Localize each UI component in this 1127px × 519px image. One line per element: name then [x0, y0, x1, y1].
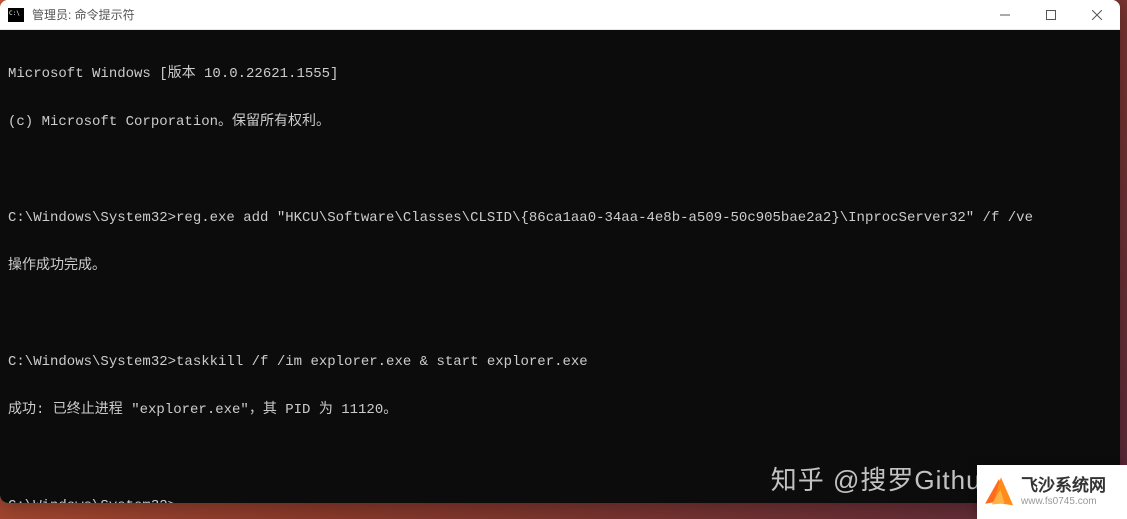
zhihu-watermark: 知乎 @搜罗Github [771, 460, 997, 497]
cmd-icon [8, 8, 24, 22]
titlebar[interactable]: 管理员: 命令提示符 [0, 0, 1120, 30]
site-logo-icon [981, 474, 1017, 510]
site-text: 飞沙系统网 www.fs0745.com [1021, 477, 1106, 507]
site-name: 飞沙系统网 [1021, 477, 1106, 496]
terminal-line: C:\Windows\System32>taskkill /f /im expl… [8, 354, 1112, 370]
terminal-line: Microsoft Windows [版本 10.0.22621.1555] [8, 66, 1112, 82]
site-watermark: 飞沙系统网 www.fs0745.com [977, 465, 1127, 519]
terminal-line: (c) Microsoft Corporation。保留所有权利。 [8, 114, 1112, 130]
terminal-line [8, 162, 1112, 178]
window-controls [982, 0, 1120, 29]
maximize-button[interactable] [1028, 0, 1074, 30]
command-prompt-window: 管理员: 命令提示符 Microsoft Windows [版本 10.0.22… [0, 0, 1120, 503]
window-title: 管理员: 命令提示符 [32, 6, 982, 23]
terminal-output[interactable]: Microsoft Windows [版本 10.0.22621.1555] (… [0, 30, 1120, 503]
terminal-line: 操作成功完成。 [8, 258, 1112, 274]
terminal-line: 成功: 已终止进程 "explorer.exe"，其 PID 为 11120。 [8, 402, 1112, 418]
minimize-button[interactable] [982, 0, 1028, 30]
terminal-line [8, 306, 1112, 322]
terminal-line: C:\Windows\System32>reg.exe add "HKCU\So… [8, 210, 1112, 226]
terminal-line: C:\Windows\System32> [8, 498, 1112, 503]
close-button[interactable] [1074, 0, 1120, 30]
site-url: www.fs0745.com [1021, 496, 1106, 507]
